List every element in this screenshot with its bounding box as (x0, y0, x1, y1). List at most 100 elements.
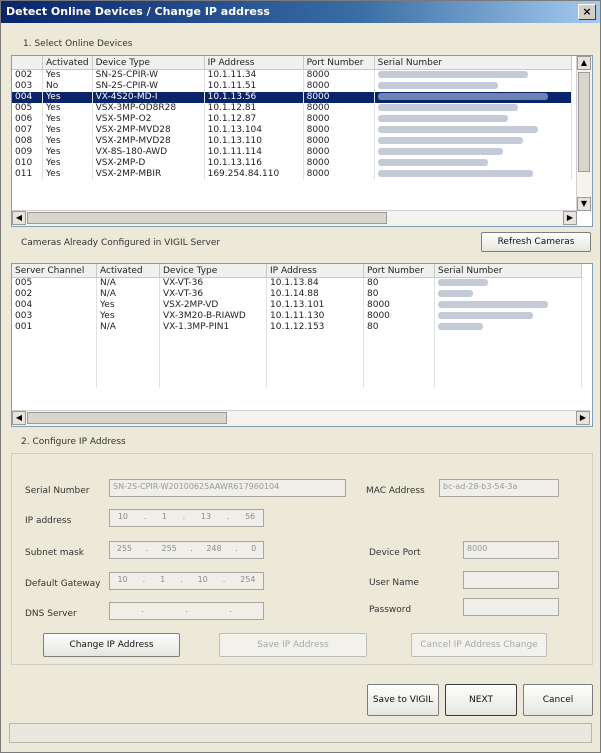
serial-number-field[interactable]: SN-2S-CPIR-W20100625AAWR617960104 (109, 479, 346, 497)
table-cell: VSX-5MP-O2 (92, 114, 205, 125)
table-cell: VSX-2MP-MBIR (92, 169, 205, 180)
scroll-thumb[interactable] (27, 212, 387, 224)
redacted-serial (377, 104, 518, 111)
scroll-right-icon[interactable]: ▶ (576, 411, 590, 425)
password-label: Password (369, 605, 412, 615)
configured-column-header[interactable]: Device Type (159, 264, 267, 278)
table-row[interactable]: 006 Yes VSX-5MP-O2 10.1.12.87 8000 (12, 114, 572, 125)
table-cell: 003 (12, 311, 97, 322)
table-cell: VX-VT-36 (159, 289, 267, 300)
online-vertical-scrollbar[interactable]: ▲ ▼ (576, 56, 592, 211)
table-cell: VSX-2MP-VD (159, 300, 267, 311)
table-row[interactable]: 005 N/A VX-VT-36 10.1.13.84 80 (12, 277, 582, 289)
default-gateway-label: Default Gateway (25, 579, 101, 589)
online-column-header[interactable]: Port Number (303, 56, 375, 70)
table-row[interactable]: 008 Yes VSX-2MP-MVD28 10.1.13.110 8000 (12, 136, 572, 147)
table-row[interactable]: 004 Yes VX-4S20-MD-I 10.1.13.56 8000 (12, 92, 572, 103)
table-row[interactable]: 001 N/A VX-1.3MP-PIN1 10.1.12.153 80 (12, 322, 582, 333)
empty-cell (434, 333, 582, 344)
table-cell: 10.1.12.153 (266, 322, 364, 333)
save-to-vigil-button[interactable]: Save to VIGIL (367, 684, 439, 716)
subnet-octet: 0 (251, 544, 257, 553)
online-column-header[interactable]: Device Type (92, 56, 205, 70)
table-cell: 10.1.12.81 (204, 103, 304, 114)
table-cell: 10.1.13.116 (204, 158, 304, 169)
table-cell: Yes (42, 147, 93, 158)
dns-server-field[interactable]: . . . (109, 602, 264, 620)
online-column-header[interactable]: Activated (42, 56, 93, 70)
configured-column-header[interactable]: IP Address (266, 264, 364, 278)
default-gateway-field[interactable]: 10. 1. 10. 254 (109, 572, 264, 590)
table-cell: Yes (42, 136, 93, 147)
scroll-down-icon[interactable]: ▼ (577, 197, 591, 211)
table-cell: VSX-2MP-MVD28 (92, 125, 205, 136)
table-row[interactable]: 003 Yes VX-3M20-B-RIAWD 10.1.11.130 8000 (12, 311, 582, 322)
table-cell: Yes (42, 103, 93, 114)
redacted-serial (377, 82, 498, 89)
octet-dot: . (141, 605, 144, 614)
serial-number-cell (374, 169, 572, 180)
serial-number-cell (434, 300, 582, 311)
table-cell: Yes (96, 311, 160, 322)
online-column-header[interactable]: IP Address (204, 56, 304, 70)
table-row[interactable]: 007 Yes VSX-2MP-MVD28 10.1.13.104 8000 (12, 125, 572, 136)
scroll-left-icon[interactable]: ◀ (12, 211, 26, 225)
scroll-right-icon[interactable]: ▶ (563, 211, 577, 225)
refresh-cameras-button[interactable]: Refresh Cameras (481, 232, 591, 252)
scroll-up-icon[interactable]: ▲ (577, 56, 591, 70)
table-cell: 005 (12, 103, 43, 114)
redacted-serial (438, 290, 473, 297)
scroll-thumb[interactable] (578, 72, 590, 172)
serial-number-cell (434, 277, 582, 289)
mac-address-field[interactable]: bc-ad-28-b3-54-3a (439, 479, 559, 497)
change-ip-address-button[interactable]: Change IP Address (43, 633, 180, 657)
subnet-mask-label: Subnet mask (25, 548, 84, 558)
online-devices-table[interactable]: Activated Device Type IP Address Port Numbe… (11, 55, 593, 227)
online-column-header[interactable]: Serial Number (374, 56, 572, 70)
user-name-field[interactable] (463, 571, 559, 589)
table-cell: Yes (42, 69, 93, 81)
redacted-serial (377, 126, 538, 133)
table-cell: Yes (42, 158, 93, 169)
table-row[interactable]: 010 Yes VSX-2MP-D 10.1.13.116 8000 (12, 158, 572, 169)
online-horizontal-scrollbar[interactable]: ◀ ▶ (12, 210, 577, 226)
save-ip-address-button[interactable]: Save IP Address (219, 633, 367, 657)
cancel-button[interactable]: Cancel (523, 684, 593, 716)
table-row[interactable]: 009 Yes VX-8S-180-AWD 10.1.11.114 8000 (12, 147, 572, 158)
configured-column-header[interactable]: Server Channel (12, 264, 97, 278)
online-column-header[interactable] (12, 56, 43, 70)
cancel-ip-change-button[interactable]: Cancel IP Address Change (411, 633, 547, 657)
redacted-serial (377, 137, 523, 144)
empty-cell (159, 344, 267, 355)
configured-cameras-grid: Server Channel Activated Device Type IP Add… (12, 264, 582, 388)
subnet-mask-field[interactable]: 255. 255. 248. 0 (109, 541, 264, 559)
table-row[interactable]: 002 Yes SN-2S-CPIR-W 10.1.11.34 8000 (12, 69, 572, 81)
table-row[interactable]: 005 Yes VSX-3MP-OD8R28 10.1.12.81 8000 (12, 103, 572, 114)
redacted-serial (377, 159, 488, 166)
configured-cameras-table[interactable]: Server Channel Activated Device Type IP Add… (11, 263, 593, 427)
table-row[interactable]: 004 Yes VSX-2MP-VD 10.1.13.101 8000 (12, 300, 582, 311)
octet-dot: . (229, 605, 232, 614)
ip-octet: 13 (200, 512, 212, 521)
configured-column-header[interactable]: Serial Number (434, 264, 582, 278)
table-cell: Yes (42, 169, 93, 180)
table-row[interactable]: 003 No SN-2S-CPIR-W 10.1.11.51 8000 (12, 81, 572, 92)
serial-number-cell (374, 125, 572, 136)
table-row[interactable]: 011 Yes VSX-2MP-MBIR 169.254.84.110 8000 (12, 169, 572, 180)
next-button[interactable]: NEXT (445, 684, 517, 716)
table-row[interactable]: 002 N/A VX-VT-36 10.1.14.88 80 (12, 289, 582, 300)
ip-address-field[interactable]: 10. 1. 13. 56 (109, 509, 264, 527)
password-field[interactable] (463, 598, 559, 616)
scroll-thumb[interactable] (27, 412, 227, 424)
configured-column-header[interactable]: Activated (96, 264, 160, 278)
table-cell: 10.1.11.34 (204, 69, 304, 81)
scroll-left-icon[interactable]: ◀ (12, 411, 26, 425)
octet-dot: . (226, 512, 230, 521)
configured-horizontal-scrollbar[interactable]: ◀ ▶ (12, 410, 590, 426)
configured-column-header[interactable]: Port Number (363, 264, 435, 278)
table-cell: 005 (12, 277, 97, 289)
device-port-field[interactable]: 8000 (463, 541, 559, 559)
empty-cell (363, 333, 435, 344)
table-cell: 8000 (303, 69, 375, 81)
close-icon[interactable]: × (578, 4, 596, 20)
